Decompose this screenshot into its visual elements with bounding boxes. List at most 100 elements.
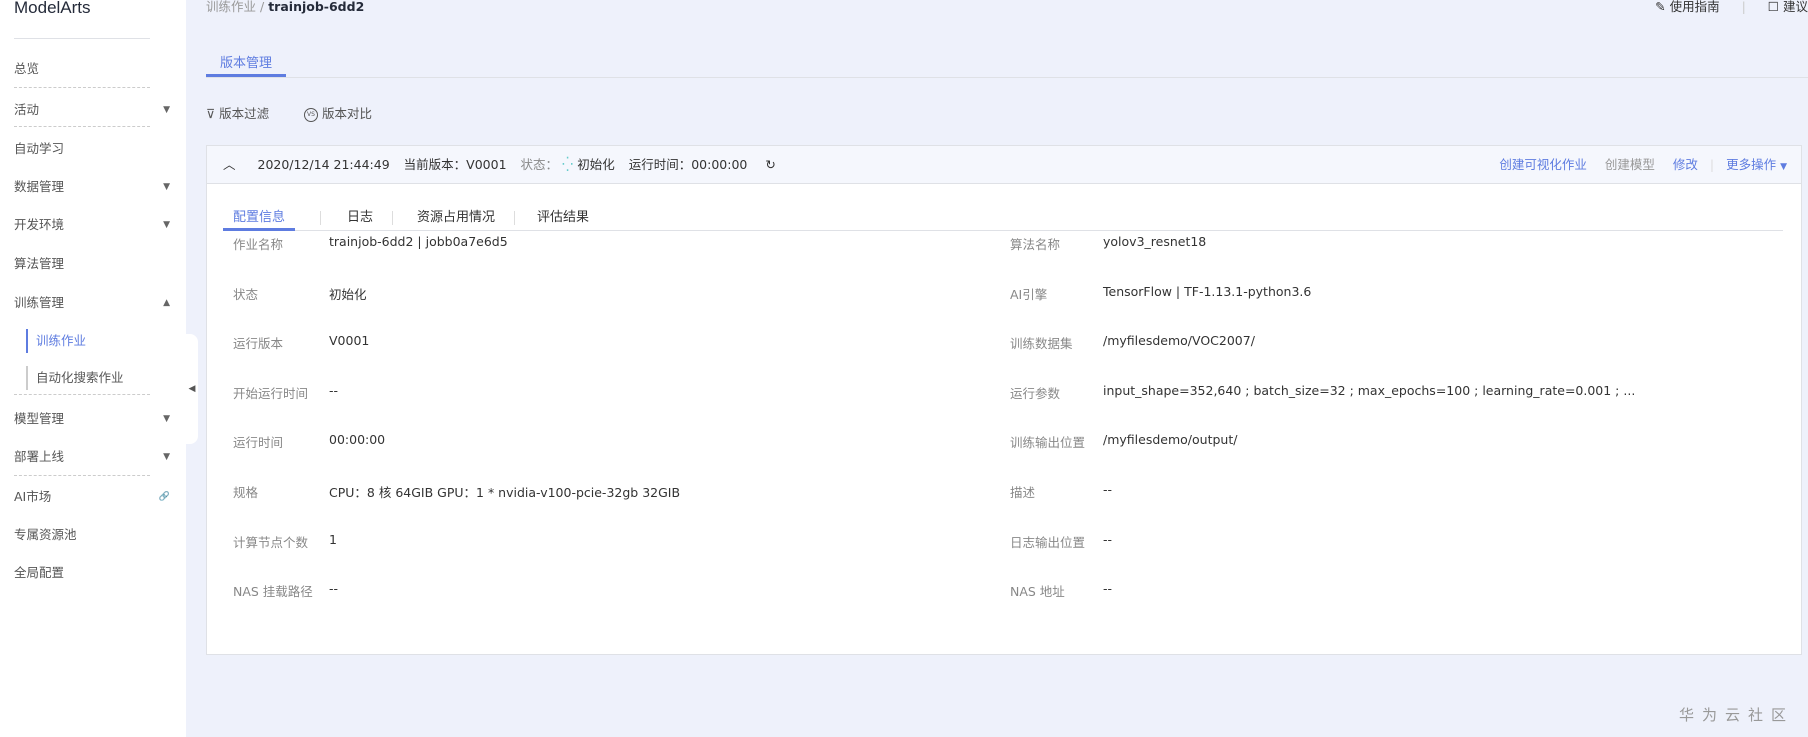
edit-icon: ✎ [1655, 0, 1666, 14]
collapse-icon[interactable]: ︿ [223, 157, 236, 172]
field-label: 描述 [1010, 485, 1036, 500]
status-value: 初始化 [577, 157, 615, 172]
create-visualization-job-link[interactable]: 创建可视化作业 [1499, 157, 1587, 172]
guide-label: 使用指南 [1669, 0, 1720, 14]
tab-logs[interactable]: 日志 [337, 206, 383, 231]
divider [14, 475, 150, 476]
tab-separator [514, 211, 515, 225]
field-label: 算法名称 [1010, 237, 1061, 252]
field-value: 1 [329, 531, 337, 547]
field-label: 作业名称 [233, 237, 284, 252]
field-value: TensorFlow | TF-1.13.1-python3.6 [1103, 283, 1312, 299]
version-compare-button[interactable]: VS 版本对比 [304, 103, 372, 122]
version-label: 当前版本： [403, 157, 467, 172]
version-card: ︿ 2020/12/14 21:44:49 当前版本：V0001 状态： ⁛ 初始化… [206, 145, 1802, 655]
link-icon: 🔗 [158, 492, 170, 502]
field-value: 初始化 [329, 286, 367, 302]
field-label: 训练数据集 [1010, 336, 1073, 352]
field-value: -- [329, 382, 339, 398]
sidebar-item-label: 自动化搜索作业 [36, 370, 124, 385]
feedback-icon: ☐ [1767, 0, 1779, 14]
field-label: 训练输出位置 [1010, 435, 1086, 451]
sidebar: ModelArts 总览 活动 ▼ 自动学习 数据管理 ▼ 开发环境 ▼ 算法管理 训练管理 ▲ 训练… [0, 0, 186, 737]
divider [14, 38, 150, 39]
sidebar-item[interactable]: 专属资源池 [14, 523, 178, 547]
sidebar-item[interactable]: 部署上线 ▼ [14, 445, 178, 469]
field-value: -- [329, 581, 339, 597]
chevron-icon: ▼ [163, 182, 170, 192]
tab-config-info[interactable]: 配置信息 [223, 206, 296, 231]
sidebar-item-label: 模型管理 [14, 411, 65, 426]
tab-evaluation-results[interactable]: 评估结果 [527, 206, 599, 231]
more-actions-dropdown[interactable]: 更多操作 ▼ [1726, 157, 1787, 172]
field-label: AI引擎 [1010, 286, 1048, 302]
sidebar-item-label: 全局配置 [14, 565, 65, 580]
sidebar-item[interactable]: 自动化搜索作业 [26, 366, 190, 390]
sidebar-item-label: 专属资源池 [14, 527, 77, 542]
sidebar-item-label: 总览 [14, 61, 40, 76]
separator: | [1741, 0, 1746, 14]
sidebar-item[interactable]: 自动学习 [14, 137, 178, 161]
sidebar-item-label: 部署上线 [14, 449, 65, 464]
edit-link[interactable]: 修改 [1673, 157, 1698, 172]
sidebar-item[interactable]: 算法管理 [14, 252, 178, 276]
chevron-icon: ▲ [163, 298, 170, 308]
field-label: 运行参数 [1010, 385, 1061, 401]
suggest-label: 建议 [1782, 0, 1808, 14]
sidebar-item[interactable]: 模型管理 ▼ [14, 407, 178, 431]
field-label: 运行时间 [233, 435, 284, 451]
separator: | [1709, 157, 1715, 172]
breadcrumb-parent[interactable]: 训练作业 [206, 0, 256, 14]
field-label: 状态 [233, 286, 259, 302]
guide-link[interactable]: ✎ 使用指南 [1655, 0, 1719, 14]
field-label: 计算节点个数 [233, 534, 309, 550]
field-label: 开始运行时间 [233, 385, 309, 401]
tab-separator [320, 211, 321, 225]
refresh-icon[interactable]: ↻ [765, 157, 775, 172]
sidebar-item-label: 活动 [14, 102, 40, 117]
field-value: -- [1103, 531, 1113, 547]
version-filter-button[interactable]: ⊽ 版本过滤 [206, 103, 269, 122]
sidebar-item[interactable]: 训练管理 ▲ [14, 291, 178, 315]
top-links: ✎ 使用指南 | ☐ 建议 [1637, 0, 1808, 15]
breadcrumb-current: trainjob-6dd2 [268, 0, 365, 14]
logo: ModelArts [14, 0, 91, 17]
loading-spinner-icon: ⁛ [562, 157, 574, 173]
field-label: 运行版本 [233, 336, 284, 352]
collapse-sidebar-handle[interactable]: ◀ [186, 334, 198, 444]
sidebar-item[interactable]: 开发环境 ▼ [14, 213, 178, 237]
suggest-link[interactable]: ☐ 建议 [1768, 0, 1808, 14]
divider [14, 394, 150, 395]
version-header: ︿ 2020/12/14 21:44:49 当前版本：V0001 状态： ⁛ 初始化… [207, 146, 1801, 184]
field-value: V0001 [329, 333, 370, 349]
status-label: 状态： [520, 157, 559, 172]
field-label: NAS 地址 [1010, 584, 1065, 600]
field-value: -- [1103, 581, 1113, 597]
chevron-icon: ▼ [163, 452, 170, 462]
inner-tabs: 配置信息 日志 资源占用情况 评估结果 [223, 206, 1783, 231]
field-value: trainjob-6dd2 | jobb0a7e6d5 [329, 234, 508, 249]
divider [14, 87, 150, 88]
sidebar-item-label: 数据管理 [14, 179, 65, 194]
caret-down-icon: ▼ [1780, 162, 1787, 172]
chevron-icon: ▼ [163, 220, 170, 230]
tab-version-management[interactable]: 版本管理 [206, 52, 286, 77]
sidebar-item-label: 训练管理 [14, 295, 65, 310]
sidebar-item[interactable]: 总览 [14, 57, 178, 81]
divider [14, 126, 150, 127]
sidebar-item[interactable]: 训练作业 [26, 329, 190, 353]
watermark: 华为云社区 [1678, 706, 1794, 724]
field-label: NAS 挂载路径 [233, 584, 313, 600]
tab-resource-usage[interactable]: 资源占用情况 [407, 206, 505, 231]
sidebar-item[interactable]: 全局配置 [14, 561, 178, 585]
field-value: /myfilesdemo/output/ [1103, 432, 1238, 448]
filter-label: 版本过滤 [219, 106, 270, 121]
sidebar-item[interactable]: 数据管理 ▼ [14, 175, 178, 199]
create-model-link[interactable]: 创建模型 [1605, 157, 1655, 172]
field-label: 日志输出位置 [1010, 534, 1086, 550]
chevron-icon: ▼ [163, 105, 170, 115]
sidebar-item[interactable]: AI市场 🔗 [14, 485, 178, 509]
sidebar-item[interactable]: 活动 ▼ [14, 98, 178, 122]
runtime-label: 运行时间： [628, 157, 692, 172]
chevron-icon: ▼ [163, 414, 170, 424]
